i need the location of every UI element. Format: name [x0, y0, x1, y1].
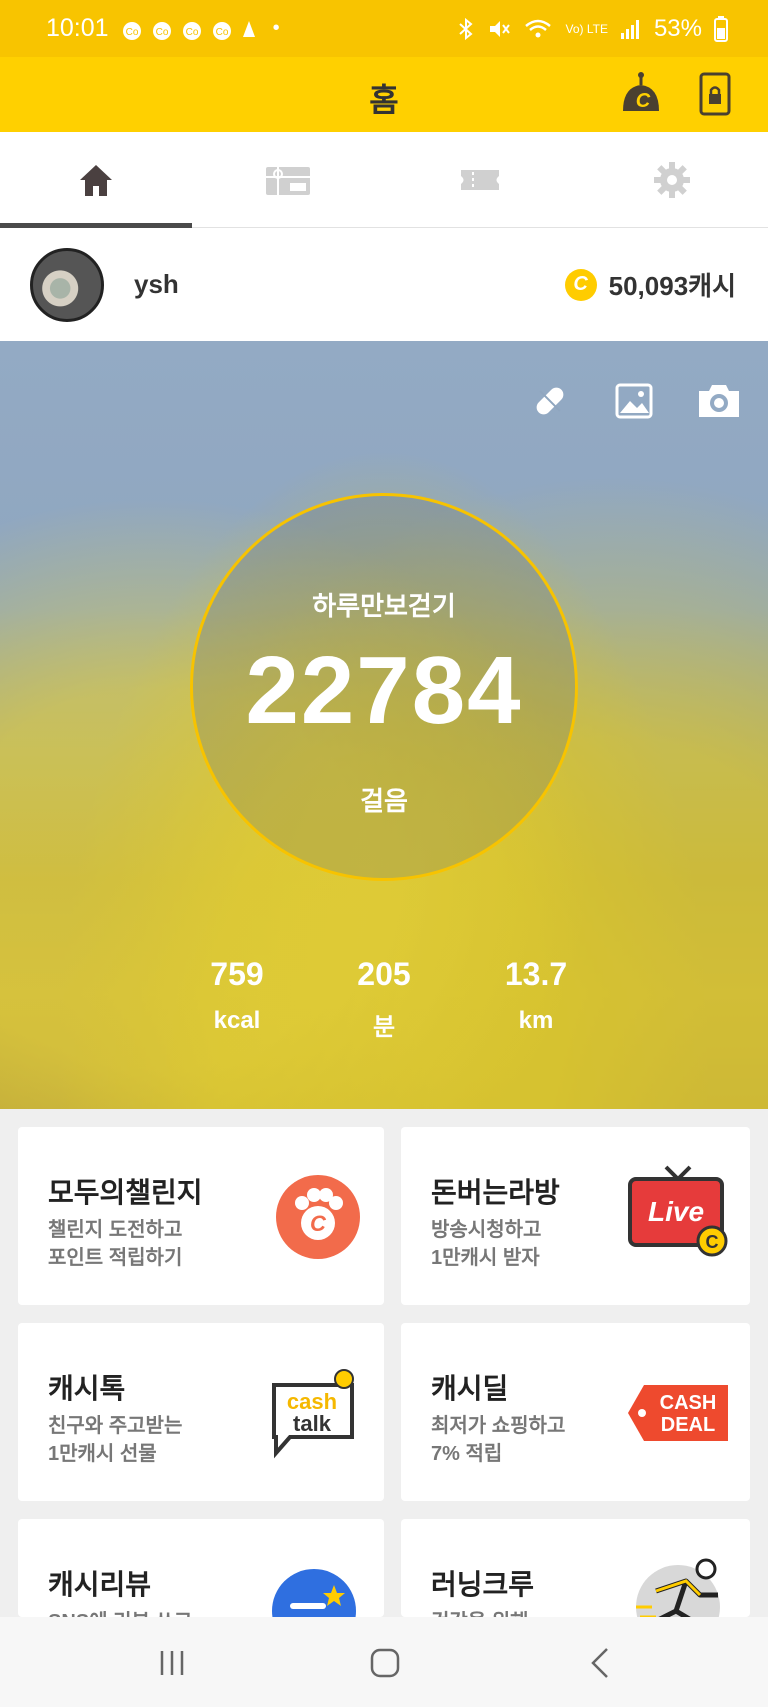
tab-home[interactable] [0, 132, 192, 228]
coin-icon: C [564, 268, 597, 301]
card-cashreview[interactable]: 캐시리뷰 SNS에 리뷰 쓰고 [18, 1519, 384, 1617]
tab-bar [0, 132, 768, 228]
notification-icon: Co [122, 21, 141, 40]
card-running-crew[interactable]: 러닝크루 건강을 위해 [401, 1519, 750, 1617]
svg-text:Co: Co [185, 27, 198, 38]
profile-row: ysh C 50,093캐시 [0, 228, 768, 341]
app-header: 홈 C [0, 57, 768, 132]
card-title: 모두의챌린지 [48, 1177, 203, 1208]
svg-text:C: C [310, 1211, 327, 1236]
step-count: 22784 [245, 637, 523, 744]
battery-percent: 53% [653, 14, 702, 42]
notification-icon: Co [212, 21, 231, 40]
running-icon [636, 1558, 720, 1617]
card-subtitle: 1만캐시 받자 [431, 1247, 540, 1269]
stat-value: 759 [210, 956, 264, 992]
card-title: 캐시톡 [48, 1373, 126, 1404]
card-subtitle: 포인트 적립하기 [48, 1247, 183, 1269]
battery-icon [714, 15, 728, 42]
card-title: 캐시딜 [431, 1373, 509, 1404]
stat-calories: 759 kcal [182, 956, 292, 1035]
live-badge-text: Live [648, 1196, 704, 1227]
username: ysh [134, 269, 179, 299]
stat-unit: kcal [213, 1007, 261, 1034]
home-button-icon[interactable] [367, 1645, 403, 1681]
status-time: 10:01 [46, 14, 109, 42]
image-icon[interactable] [614, 381, 654, 421]
gear-icon [654, 161, 690, 198]
ticket-icon [461, 169, 499, 190]
notification-icon: Co [152, 21, 171, 40]
card-cashtalk[interactable]: 캐시톡 친구와 주고받는 1만캐시 선물 cash talk [18, 1323, 384, 1501]
status-right: Vo) LTE 53% [457, 15, 728, 43]
card-subtitle: SNS에 리뷰 쓰고 [48, 1605, 192, 1617]
tab-ticket[interactable] [384, 132, 576, 227]
stat-value: 13.7 [504, 956, 568, 992]
cashdeal-word-2: DEAL [661, 1414, 715, 1436]
cash-balance[interactable]: C 50,093캐시 [564, 266, 736, 303]
stat-unit: km [518, 1007, 554, 1034]
signal-label: Vo) LTE [565, 21, 608, 36]
system-nav-bar [0, 1617, 768, 1707]
card-subtitle: 7% 적립 [431, 1443, 503, 1465]
cashdeal-word-1: CASH [660, 1392, 717, 1414]
card-subtitle: 최저가 쇼핑하고 [431, 1415, 566, 1437]
cashtalk-word-2: talk [293, 1411, 332, 1436]
step-counter-ring[interactable]: 하루만보걷기 22784 걸음 [190, 493, 578, 881]
review-icon [272, 1569, 356, 1617]
svg-text:C: C [636, 90, 651, 112]
stat-value: 205 [357, 956, 411, 992]
pedometer-title: 하루만보걷기 [312, 591, 456, 621]
cashtalk-icon: cash talk [272, 1369, 354, 1459]
notification-icons: Co Co Co Co • [119, 17, 280, 41]
wifi-icon [525, 19, 552, 37]
card-subtitle: 방송시청하고 [431, 1219, 542, 1241]
pill-icon[interactable] [530, 381, 570, 421]
card-cashdeal[interactable]: 캐시딜 최저가 쇼핑하고 7% 적립 CASH DEAL [401, 1323, 750, 1501]
avatar[interactable] [30, 247, 104, 322]
camera-icon[interactable] [696, 381, 742, 421]
lock-screen-icon[interactable] [698, 72, 732, 116]
tab-settings[interactable] [576, 132, 768, 227]
recent-apps-icon[interactable] [154, 1645, 190, 1681]
card-title: 캐시리뷰 [48, 1569, 152, 1600]
card-title: 돈버는라방 [431, 1177, 560, 1208]
mute-icon [490, 20, 511, 37]
notification-icon: Co [182, 21, 201, 40]
step-unit: 걸음 [360, 786, 408, 816]
home-icon [80, 164, 112, 196]
svg-text:Co: Co [125, 27, 138, 38]
card-subtitle: 건강을 위해 [431, 1605, 529, 1617]
card-subtitle: 챌린지 도전하고 [48, 1219, 183, 1241]
back-icon[interactable] [583, 1645, 619, 1681]
pedometer-hero: 하루만보걷기 22784 걸음 759 kcal 205 분 13.7 km [0, 341, 768, 1109]
svg-text:Co: Co [155, 27, 168, 38]
card-subtitle: 1만캐시 선물 [48, 1443, 157, 1465]
coin-pig-icon[interactable]: C [617, 69, 665, 117]
notification-icon [242, 20, 255, 37]
paw-coin-icon: C [276, 1175, 360, 1259]
gift-card-icon [266, 166, 310, 195]
stat-minutes: 205 분 [329, 956, 439, 1042]
svg-text:Co: Co [215, 27, 228, 38]
card-title: 러닝크루 [431, 1569, 535, 1600]
live-tv-icon: Live C [628, 1165, 728, 1257]
card-subtitle: 친구와 주고받는 [48, 1415, 183, 1437]
card-challenge[interactable]: 모두의챌린지 챌린지 도전하고 포인트 적립하기 C [18, 1127, 384, 1305]
cashdeal-icon: CASH DEAL [628, 1385, 728, 1441]
bluetooth-icon [459, 17, 474, 40]
more-notifications-dot: • [272, 16, 280, 39]
tab-gift[interactable] [192, 132, 384, 227]
stat-unit: 분 [372, 1014, 396, 1041]
cash-amount: 50,093캐시 [608, 271, 736, 301]
stat-distance: 13.7 km [481, 956, 591, 1035]
card-live[interactable]: 돈버는라방 방송시청하고 1만캐시 받자 Live C [401, 1127, 750, 1305]
status-bar: 10:01 Co Co Co Co • Vo) LTE 53% [0, 0, 768, 57]
svg-text:C: C [706, 1232, 719, 1252]
signal-icon [620, 19, 639, 39]
